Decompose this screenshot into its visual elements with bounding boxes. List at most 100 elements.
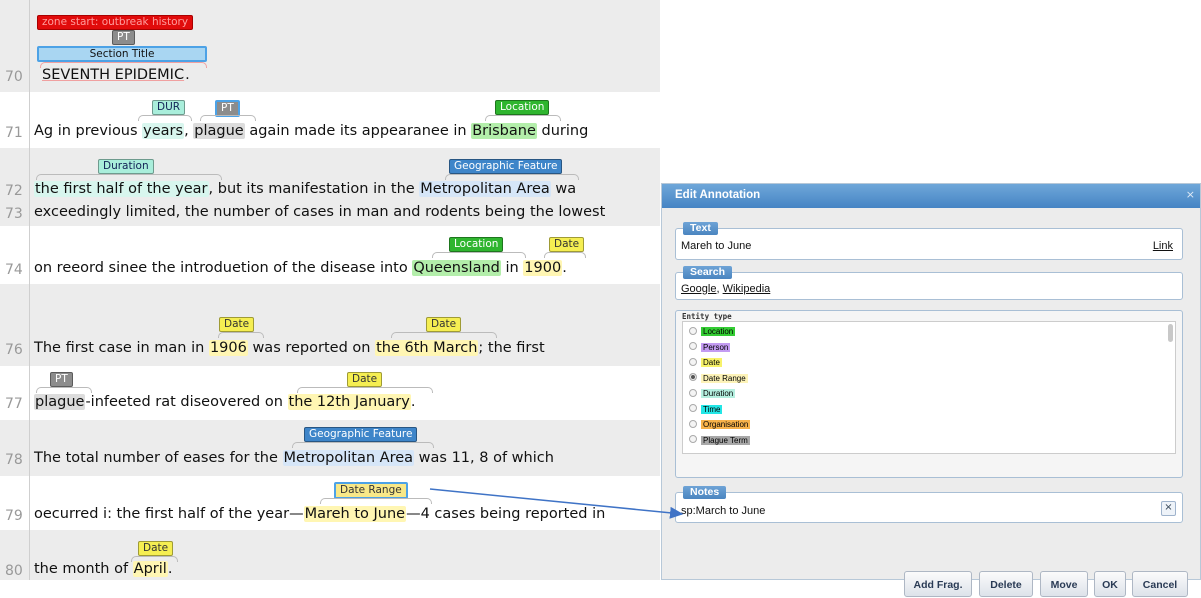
radio-button[interactable] (689, 388, 697, 397)
radio-button[interactable] (689, 357, 697, 366)
document-line[interactable]: the first half of the year, but its mani… (34, 181, 576, 197)
radio-button[interactable] (689, 342, 697, 351)
annotation-bracket (445, 174, 579, 180)
google-search-link[interactable]: Google (681, 283, 716, 295)
annotation-tag-date[interactable]: Date (219, 317, 255, 332)
line-number: 73 (5, 206, 23, 222)
dialog-title: Edit Annotation (675, 189, 761, 201)
annotation-bracket (36, 387, 92, 393)
annotated-span[interactable]: 1900 (523, 260, 563, 276)
radio-button[interactable] (689, 326, 697, 335)
line-number: 70 (5, 69, 23, 85)
entity-type-option[interactable]: Date (689, 357, 722, 372)
document-line[interactable]: on reeord sinee the introduetion of the … (34, 260, 567, 276)
annotated-span[interactable]: Queensland (412, 260, 501, 276)
line-text: again made its appearanee in (244, 123, 472, 139)
annotated-span[interactable]: years (142, 123, 185, 139)
annotation-tag-date[interactable]: Date (426, 317, 462, 332)
wikipedia-search-link[interactable]: Wikipedia (723, 283, 771, 295)
line-text: was reported on (247, 340, 376, 356)
radio-button[interactable] (689, 404, 697, 413)
line-text: , (184, 123, 194, 139)
document-line[interactable]: The first case in man in 1906 was report… (34, 340, 545, 356)
annotated-span[interactable]: Metropolitan Area (282, 450, 415, 466)
annotated-span[interactable]: Brisbane (471, 123, 537, 139)
entity-type-group: Entity type Location Person Date Date Range… (675, 310, 1183, 478)
close-icon[interactable]: × (1186, 188, 1195, 201)
annotated-span[interactable]: April (132, 561, 168, 577)
annotated-span[interactable]: the 6th March (375, 340, 479, 356)
document-line[interactable]: oecurred i: the first half of the year—M… (34, 506, 605, 522)
delete-button[interactable]: Delete (979, 571, 1033, 597)
line-number-divider (29, 0, 30, 580)
ok-button[interactable]: OK (1094, 571, 1126, 597)
annotation-bracket (485, 115, 561, 121)
entity-type-label: Entity type (682, 312, 732, 321)
annotation-tag-section-title[interactable]: Section Title (37, 46, 207, 62)
dialog-titlebar[interactable]: Edit Annotation × (662, 184, 1200, 208)
entity-type-option[interactable]: Duration (689, 388, 736, 403)
annotation-tag-date[interactable]: Date (549, 237, 585, 252)
annotated-span[interactable]: Metropolitan Area (419, 181, 551, 197)
cancel-button[interactable]: Cancel (1132, 571, 1188, 597)
entity-type-name: Location (701, 327, 736, 336)
annotated-span[interactable]: the 12th January (287, 394, 411, 410)
annotated-span[interactable]: 1906 (208, 340, 248, 356)
annotation-tag-geographic-feature[interactable]: Geographic Feature (304, 427, 418, 442)
document-line[interactable]: plague-infeeted rat diseovered on the 12… (34, 394, 415, 410)
line-number: 78 (5, 452, 23, 468)
annotation-tag-pt[interactable]: PT (50, 372, 73, 387)
annotation-tag-duration[interactable]: Duration (98, 159, 154, 174)
annotated-span[interactable]: the first half of the year (34, 181, 209, 197)
document-line[interactable]: exceedingly limited, the number of cases… (34, 204, 605, 220)
annotation-bracket (432, 252, 526, 258)
entity-type-option[interactable]: Date Range (689, 373, 748, 388)
radio-button[interactable] (689, 373, 697, 382)
document-line[interactable]: Ag in previous years, plague again made … (34, 123, 588, 139)
line-text: ; the first (478, 340, 545, 356)
zone-start-tag[interactable]: zone start: outbreak history (37, 15, 194, 30)
radio-button[interactable] (689, 419, 697, 428)
annotated-span[interactable]: SEVENTH EPIDEMIC (41, 67, 185, 83)
text-group: Text Mareh to June Link (675, 222, 1183, 260)
text-label: Text (683, 222, 718, 235)
annotation-bracket (544, 252, 586, 258)
annotation-tag-date-range[interactable]: Date Range (334, 482, 408, 499)
line-number: 72 (5, 183, 23, 199)
document-line[interactable]: the month of April. (34, 561, 172, 577)
radio-button[interactable] (689, 435, 697, 444)
line-text: The total number of eases for the (34, 450, 283, 466)
annotation-tag-pt[interactable]: PT (112, 30, 135, 45)
line-text: oecurred i: the first half of the year— (34, 506, 304, 522)
annotated-span[interactable]: plague (193, 123, 245, 139)
entity-type-option[interactable]: Person (689, 342, 731, 357)
document-line[interactable]: The total number of eases for the Metrop… (34, 450, 554, 466)
entity-type-option[interactable]: Location (689, 326, 736, 341)
search-label: Search (683, 266, 733, 279)
entity-type-name: Person (701, 342, 731, 352)
entity-type-option[interactable]: Organisation (689, 419, 751, 434)
annotation-tag-geographic-feature[interactable]: Geographic Feature (449, 159, 563, 174)
annotation-tag-dur[interactable]: DUR (152, 100, 186, 115)
clear-notes-icon[interactable]: × (1161, 501, 1176, 516)
annotation-tag-location[interactable]: Location (495, 100, 550, 115)
line-row-77 (0, 366, 660, 420)
annotation-tag-date[interactable]: Date (138, 541, 174, 556)
notes-input[interactable]: sp:March to June (681, 505, 765, 517)
entity-type-name: Date Range (701, 373, 748, 383)
annotation-tag-date[interactable]: Date (347, 372, 383, 387)
annotated-span[interactable]: plague (34, 394, 86, 410)
annotated-span[interactable]: Mareh to June (303, 506, 407, 522)
entity-type-list[interactable]: Location Person Date Date Range Duration Time… (682, 321, 1176, 454)
annotation-bracket (200, 115, 256, 121)
move-button[interactable]: Move (1040, 571, 1088, 597)
document-line[interactable]: SEVENTH EPIDEMIC. (41, 67, 190, 83)
line-text: . (562, 260, 567, 276)
add-frag-button[interactable]: Add Frag. (904, 571, 972, 597)
line-text: . (185, 67, 190, 83)
entity-type-option[interactable]: Plague Term (689, 435, 750, 450)
annotation-tag-location[interactable]: Location (449, 237, 504, 252)
link-link[interactable]: Link (1153, 240, 1173, 252)
scrollbar-thumb[interactable] (1168, 324, 1173, 342)
entity-type-option[interactable]: Time (689, 404, 723, 419)
